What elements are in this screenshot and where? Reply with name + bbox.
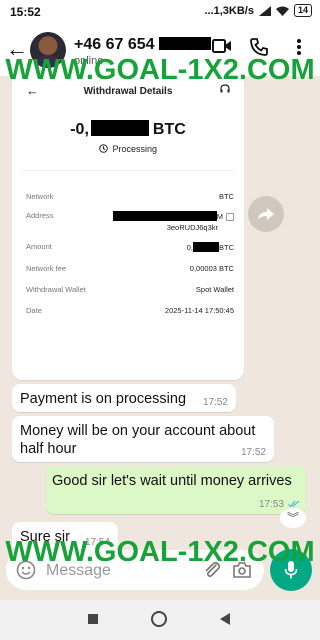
processing-label: Processing bbox=[112, 144, 158, 154]
system-navigation-bar bbox=[0, 600, 320, 640]
contact-phone-text: +46 67 654 bbox=[74, 36, 155, 53]
detail-label: Amount bbox=[26, 242, 52, 251]
card-title: Withdrawal Details bbox=[83, 86, 173, 97]
withdrawal-screenshot-card[interactable]: ← Withdrawal Details -0, BTC Processing N… bbox=[12, 74, 244, 380]
detail-value: BTC bbox=[219, 192, 234, 201]
address-line-2: 3eoRUDJ6q3kr bbox=[166, 223, 218, 232]
message-text: Good sir let's wait until money arrives bbox=[52, 473, 292, 489]
status-time: 15:52 bbox=[10, 5, 41, 19]
forward-icon bbox=[258, 208, 274, 220]
detail-label: Date bbox=[26, 306, 42, 315]
message-text: Payment is on processing bbox=[20, 391, 187, 407]
message-time: 17:52 bbox=[240, 447, 266, 458]
read-receipt-icon bbox=[288, 500, 300, 508]
detail-label: Network bbox=[26, 192, 54, 201]
detail-row-address: Address M 3eoRUDJ6q3kr bbox=[26, 211, 234, 235]
nav-back-icon[interactable] bbox=[220, 613, 230, 625]
video-call-icon[interactable] bbox=[212, 38, 232, 54]
battery-icon: 14 bbox=[293, 4, 312, 17]
detail-value-amount: 0, BTC bbox=[187, 242, 234, 252]
amount-value-redaction bbox=[193, 242, 219, 252]
wifi-icon bbox=[275, 6, 289, 16]
home-icon[interactable] bbox=[151, 611, 167, 627]
message-bubble-incoming[interactable]: Money will be on your account about half… bbox=[12, 416, 274, 462]
amount-redaction bbox=[90, 120, 149, 136]
forward-button[interactable] bbox=[248, 196, 284, 232]
detail-value: 2025-11-14 17:50:45 bbox=[164, 306, 234, 315]
scroll-to-bottom-button[interactable]: ︾ bbox=[280, 508, 306, 528]
detail-value: Spot Wallet bbox=[195, 285, 234, 294]
card-divider bbox=[22, 170, 234, 171]
detail-label: Withdrawal Wallet bbox=[26, 285, 86, 294]
status-bar: 15:52 ...1,3KB/s 14 bbox=[0, 0, 320, 24]
message-bubble-outgoing[interactable]: Good sir let's wait until money arrives … bbox=[46, 466, 306, 514]
contact-name[interactable]: +46 67 654 bbox=[74, 36, 211, 54]
watermark-top: WWW.GOAL-1X2.COM bbox=[5, 54, 315, 86]
address-line-1: M bbox=[112, 211, 234, 222]
watermark-bottom: WWW.GOAL-1X2.COM bbox=[5, 536, 315, 568]
amount-prefix: -0, bbox=[70, 121, 89, 138]
detail-label: Network fee bbox=[26, 264, 67, 273]
detail-value: 0,00003 BTC bbox=[189, 264, 234, 273]
amount-currency: BTC bbox=[152, 121, 186, 138]
network-speed: ...1,3KB/s bbox=[204, 4, 254, 17]
message-text: Money will be on your account about half… bbox=[20, 423, 256, 457]
processing-status: Processing bbox=[12, 144, 244, 154]
message-time: 17:52 bbox=[202, 397, 228, 408]
copy-icon[interactable] bbox=[226, 213, 234, 222]
withdrawal-amount: -0, BTC bbox=[12, 120, 244, 139]
detail-label: Address bbox=[26, 211, 54, 220]
message-bubble-incoming[interactable]: Payment is on processing 17:52 bbox=[12, 384, 236, 412]
message-time: 17:53 bbox=[258, 499, 284, 510]
amount-value-currency: BTC bbox=[219, 243, 234, 252]
signal-icon bbox=[258, 5, 271, 16]
redaction-bar bbox=[158, 37, 211, 50]
address-suffix: M bbox=[216, 212, 223, 221]
recent-apps-icon[interactable] bbox=[88, 614, 98, 624]
status-icons: ...1,3KB/s 14 bbox=[204, 4, 312, 17]
clock-icon bbox=[99, 144, 108, 153]
address-redaction bbox=[112, 211, 217, 221]
